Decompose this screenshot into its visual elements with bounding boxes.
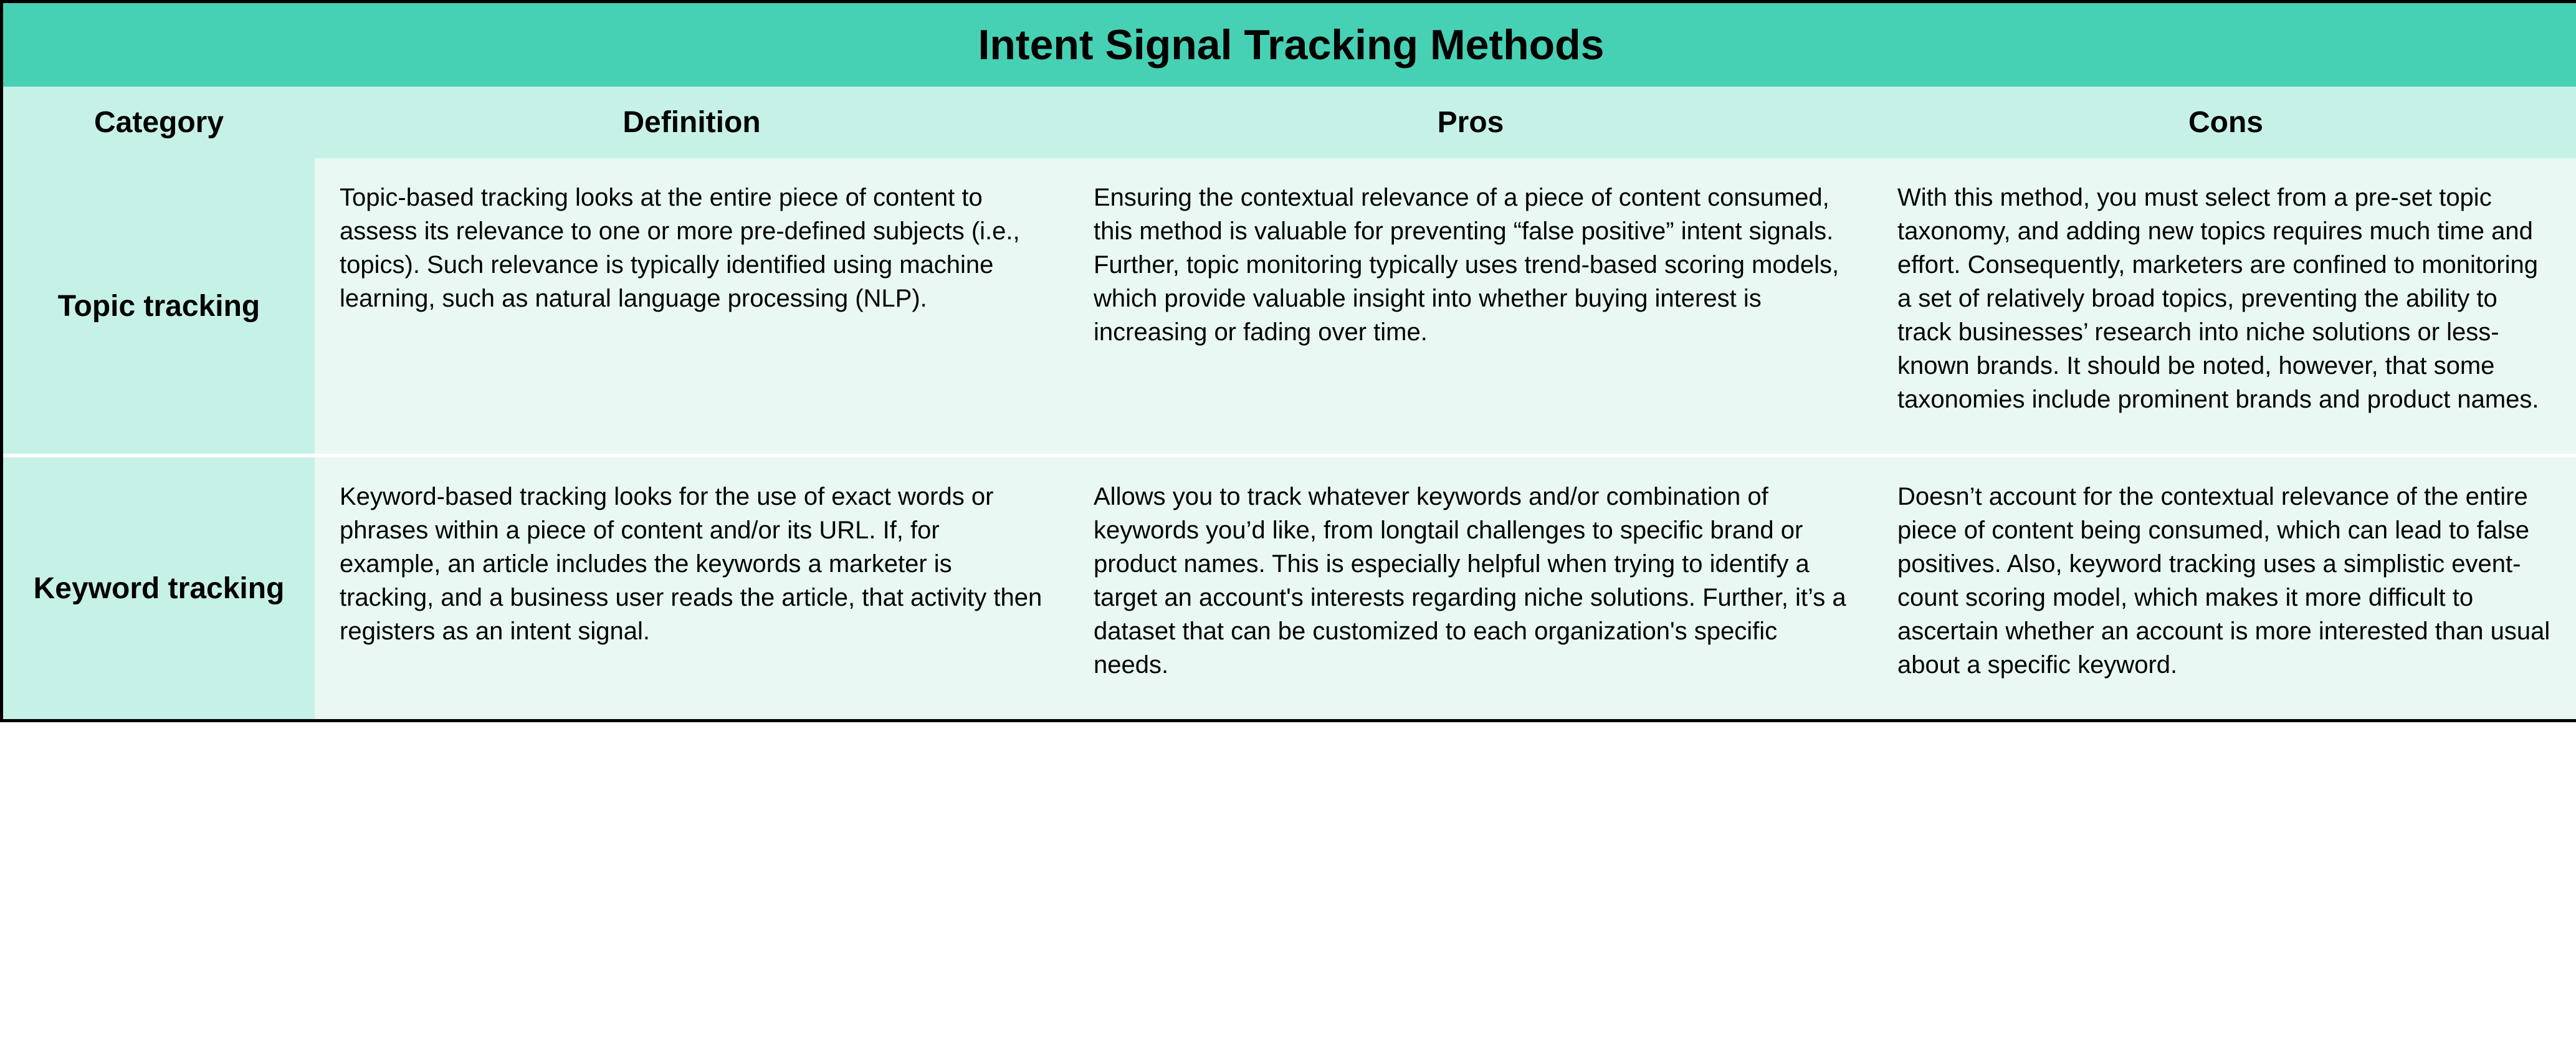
header-pros: Pros — [1069, 87, 1872, 158]
table-title: Intent Signal Tracking Methods — [3, 3, 2576, 87]
header-row: Category Definition Pros Cons — [3, 87, 2576, 158]
header-cons: Cons — [1872, 87, 2576, 158]
cons-cell: Doesn’t account for the contextual relev… — [1872, 457, 2576, 719]
category-cell: Topic tracking — [3, 158, 315, 454]
header-category: Category — [3, 87, 315, 158]
definition-cell: Keyword-based tracking looks for the use… — [315, 457, 1069, 719]
rows.0.cons: With this method, you must select from a… — [1872, 158, 2576, 454]
table-row: Topic tracking Topic-based tracking look… — [3, 158, 2576, 454]
header-definition: Definition — [315, 87, 1069, 158]
pros-cell: Ensuring the contextual relevance of a p… — [1069, 158, 1872, 454]
intent-tracking-table: Intent Signal Tracking Methods Category … — [0, 0, 2576, 722]
title-row: Intent Signal Tracking Methods — [3, 3, 2576, 87]
definition-cell: Topic-based tracking looks at the entire… — [315, 158, 1069, 454]
category-cell: Keyword tracking — [3, 457, 315, 719]
table-row: Keyword tracking Keyword-based tracking … — [3, 457, 2576, 719]
pros-cell: Allows you to track whatever keywords an… — [1069, 457, 1872, 719]
